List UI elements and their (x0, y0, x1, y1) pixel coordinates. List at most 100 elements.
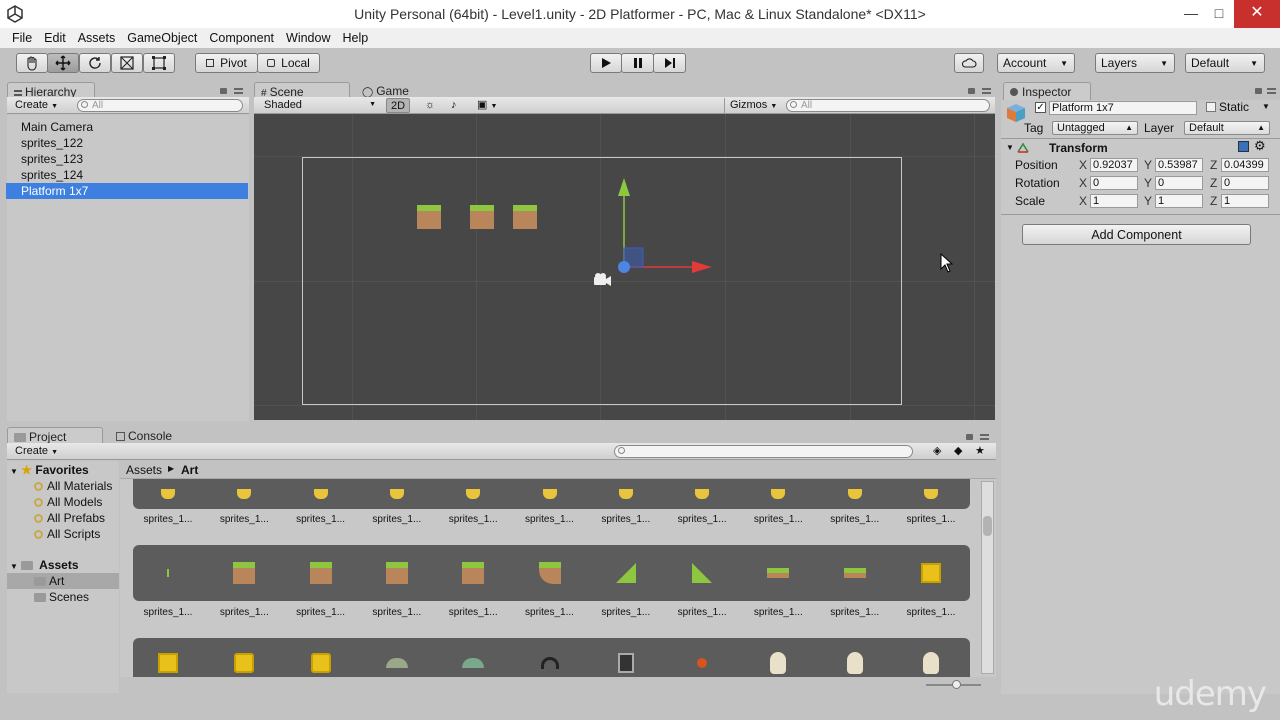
folder-art[interactable]: Art (34, 573, 64, 589)
sprite-thumbnail[interactable] (692, 563, 713, 583)
assets-section[interactable]: ▼ Assets (10, 557, 79, 573)
sprite-thumbnail[interactable] (309, 562, 332, 584)
sprite-thumbnail[interactable] (385, 658, 408, 668)
scene-view[interactable] (254, 114, 995, 420)
rotation-y-field[interactable]: 0 (1155, 176, 1203, 190)
effects-dropdown[interactable]: ▣ ▼ (473, 98, 501, 113)
sprite-thumbnail[interactable] (542, 489, 557, 499)
local-toggle-button[interactable]: Local (257, 53, 320, 73)
asset-scrollbar[interactable] (981, 481, 994, 674)
chevron-down-icon[interactable]: ▼ (1262, 102, 1270, 111)
hierarchy-item[interactable]: sprites_122 (6, 135, 248, 151)
rect-tool-button[interactable] (143, 53, 175, 73)
favorites-button[interactable]: ★ (971, 444, 989, 459)
audio-toggle-button[interactable]: ♪ (447, 98, 461, 113)
folder-scenes[interactable]: Scenes (34, 589, 89, 605)
scale-tool-button[interactable] (111, 53, 143, 73)
sprite-thumbnail[interactable] (770, 652, 787, 674)
favorite-item[interactable]: All Scripts (34, 526, 100, 542)
shading-mode-dropdown[interactable]: Shaded ▼ (260, 98, 378, 113)
hierarchy-item[interactable]: sprites_123 (6, 151, 248, 167)
layers-dropdown[interactable]: Layers ▼ (1095, 53, 1175, 73)
hierarchy-item-selected[interactable]: Platform 1x7 (6, 183, 248, 199)
lighting-toggle-button[interactable]: ☼ (421, 98, 439, 113)
lock-icon[interactable] (966, 434, 973, 440)
move-gizmo[interactable] (584, 174, 724, 284)
hierarchy-item[interactable]: sprites_124 (6, 167, 248, 183)
sprite-thumbnail[interactable] (389, 489, 404, 499)
hand-tool-button[interactable] (16, 53, 48, 73)
rotation-z-field[interactable]: 0 (1221, 176, 1269, 190)
position-z-field[interactable]: 0.04399 (1221, 158, 1269, 172)
hierarchy-create-button[interactable]: Create ▼ (11, 98, 62, 113)
sprite-thumbnail[interactable] (167, 569, 169, 577)
pause-button[interactable] (621, 53, 654, 73)
sprite-thumbnail[interactable] (158, 653, 178, 673)
cloud-button[interactable] (954, 53, 984, 73)
maximize-icon[interactable]: □ (1204, 0, 1234, 28)
filter-by-label-button[interactable]: ◆ (950, 444, 966, 459)
lock-icon[interactable] (968, 88, 975, 94)
camera-gizmo-icon[interactable] (592, 272, 612, 288)
platform-tile[interactable] (417, 205, 441, 229)
breadcrumb-assets[interactable]: Assets (126, 463, 162, 477)
favorite-item[interactable]: All Materials (34, 478, 112, 494)
panel-menu-icon[interactable] (982, 88, 991, 94)
sprite-thumbnail[interactable] (310, 653, 331, 673)
menu-assets[interactable]: Assets (72, 28, 122, 48)
sprite-thumbnail[interactable] (921, 563, 941, 583)
sprite-thumbnail[interactable] (234, 653, 255, 673)
scale-y-field[interactable]: 1 (1155, 194, 1203, 208)
position-y-field[interactable]: 0.53987 (1155, 158, 1203, 172)
tab-inspector[interactable]: Inspector (1003, 82, 1091, 100)
menu-edit[interactable]: Edit (38, 28, 72, 48)
panel-menu-icon[interactable] (1267, 88, 1276, 94)
scale-x-field[interactable]: 1 (1090, 194, 1138, 208)
sprite-thumbnail[interactable] (847, 489, 862, 499)
sprite-thumbnail[interactable] (462, 562, 485, 584)
sprite-thumbnail[interactable] (161, 489, 175, 499)
2d-toggle-button[interactable]: 2D (386, 98, 411, 113)
hierarchy-item[interactable]: Main Camera (6, 119, 248, 135)
sprite-thumbnail[interactable] (846, 652, 863, 674)
active-checkbox[interactable]: ✓ (1035, 102, 1046, 113)
sprite-thumbnail[interactable] (617, 653, 634, 673)
close-icon[interactable]: ✕ (1234, 0, 1280, 28)
object-name-field[interactable]: Platform 1x7 (1049, 101, 1197, 115)
sprite-thumbnail[interactable] (540, 657, 559, 669)
scrollbar-thumb[interactable] (983, 516, 992, 536)
filter-by-type-button[interactable]: ◈ (929, 444, 945, 459)
pivot-toggle-button[interactable]: Pivot (195, 53, 258, 73)
sprite-thumbnail[interactable] (385, 562, 408, 584)
hierarchy-search-input[interactable]: All (77, 99, 243, 112)
favorites-section[interactable]: ▼ ★ Favorites (10, 462, 89, 478)
move-tool-button[interactable] (47, 53, 79, 73)
breadcrumb-art[interactable]: Art (181, 463, 198, 477)
project-create-button[interactable]: Create ▼ (11, 444, 62, 459)
minimize-icon[interactable]: — (1176, 0, 1206, 28)
scene-search-input[interactable]: All (786, 99, 990, 112)
sprite-thumbnail[interactable] (233, 562, 256, 584)
platform-tile[interactable] (513, 205, 537, 229)
gizmos-dropdown[interactable]: Gizmos ▼ (724, 98, 781, 113)
account-dropdown[interactable]: Account ▼ (997, 53, 1075, 73)
tag-dropdown[interactable]: Untagged ▲︎ (1052, 121, 1138, 135)
menu-help[interactable]: Help (336, 28, 374, 48)
menu-gameobject[interactable]: GameObject (121, 28, 203, 48)
add-component-button[interactable]: Add Component (1022, 224, 1251, 245)
step-button[interactable] (653, 53, 686, 73)
panel-menu-icon[interactable] (234, 88, 243, 94)
lock-icon[interactable] (1255, 88, 1262, 94)
sprite-thumbnail[interactable] (313, 489, 328, 499)
menu-file[interactable]: File (6, 28, 38, 48)
favorite-item[interactable]: All Models (34, 494, 102, 510)
sprite-thumbnail[interactable] (843, 568, 866, 578)
lock-icon[interactable] (220, 88, 227, 94)
position-x-field[interactable]: 0.92037 (1090, 158, 1138, 172)
project-search-input[interactable] (614, 445, 913, 458)
sprite-thumbnail[interactable] (615, 563, 636, 583)
zoom-slider-handle[interactable] (952, 680, 961, 689)
sprite-thumbnail[interactable] (924, 489, 938, 499)
platform-tile[interactable] (470, 205, 494, 229)
rotate-tool-button[interactable] (79, 53, 111, 73)
